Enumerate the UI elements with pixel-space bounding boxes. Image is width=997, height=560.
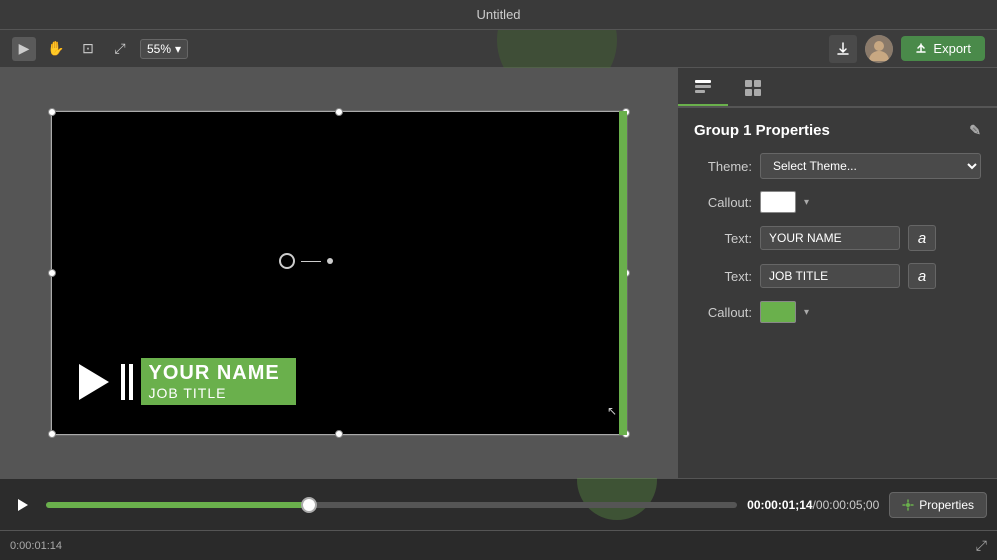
window-title: Untitled: [476, 7, 520, 22]
text-row-1: Text: a: [694, 225, 981, 251]
bottom-bar: 0:00:01:14 ⤢: [0, 530, 997, 560]
theme-label: Theme:: [694, 159, 752, 174]
main-area: YOUR NAME JOB TITLE ↖: [0, 68, 997, 478]
properties-button[interactable]: Properties: [889, 492, 987, 518]
callout-row-2: Callout: ▾: [694, 301, 981, 323]
theme-row: Theme: Select Theme...: [694, 153, 981, 179]
text-block: YOUR NAME JOB TITLE: [141, 358, 296, 405]
callout-arrow-2[interactable]: ▾: [804, 307, 809, 318]
text-style-btn-1[interactable]: a: [908, 225, 936, 251]
time-current: 00:00:01;14: [747, 498, 812, 512]
canvas-name-text: YOUR NAME: [149, 362, 280, 385]
text-row-2: Text: a: [694, 263, 981, 289]
vline-2: [129, 364, 133, 400]
callout-label-1: Callout:: [694, 195, 752, 210]
handle-ml[interactable]: [48, 269, 56, 277]
hand-tool[interactable]: ✋: [44, 37, 68, 61]
zoom-value: 55%: [147, 42, 171, 56]
text-input-1[interactable]: [760, 226, 900, 250]
vline-1: [121, 364, 125, 400]
expand-icon[interactable]: ⤢: [976, 537, 987, 554]
callout-color-1[interactable]: [760, 191, 796, 213]
animation-tab[interactable]: [728, 68, 778, 106]
bottom-timestamp: 0:00:01:14: [10, 540, 62, 552]
callout-color-2[interactable]: [760, 301, 796, 323]
user-avatar[interactable]: [865, 35, 893, 63]
panel-title-text: Group 1 Properties: [694, 122, 830, 139]
callout-arrow-1[interactable]: ▾: [804, 197, 809, 208]
time-display: 00:00:01;14/00:00:05;00: [747, 498, 879, 512]
handle-bc[interactable]: [335, 430, 343, 438]
text-input-2[interactable]: [760, 264, 900, 288]
handle-tl[interactable]: [48, 108, 56, 116]
toolbar: ▶ ✋ ⊡ ⤢ 55% ▾ Export: [0, 30, 997, 68]
vertical-lines: [121, 358, 133, 405]
panel-content: Group 1 Properties ✎ Theme: Select Theme…: [678, 108, 997, 478]
play-icon: [71, 358, 117, 405]
text-style-btn-2[interactable]: a: [908, 263, 936, 289]
theme-select[interactable]: Select Theme...: [760, 153, 981, 179]
timeline-track[interactable]: [46, 502, 737, 508]
timeline-progress: [46, 502, 309, 508]
title-bar: Untitled: [0, 0, 997, 30]
handle-tc[interactable]: [335, 108, 343, 116]
motion-path: [279, 253, 333, 269]
canvas-title-text: JOB TITLE: [149, 385, 280, 401]
cursor-indicator: ↖: [607, 404, 617, 418]
zoom-dropdown-icon: ▾: [175, 42, 181, 56]
crop-tool[interactable]: ⊡: [76, 37, 100, 61]
play-triangle: [79, 364, 109, 400]
timeline-area: 00:00:01;14/00:00:05;00 Properties: [0, 478, 997, 530]
handle-bl[interactable]: [48, 430, 56, 438]
right-panel: Group 1 Properties ✎ Theme: Select Theme…: [677, 68, 997, 478]
download-button[interactable]: [829, 35, 857, 63]
text-label-1: Text:: [694, 231, 752, 246]
panel-title: Group 1 Properties ✎: [694, 122, 981, 139]
canvas-frame: YOUR NAME JOB TITLE: [50, 110, 628, 436]
motion-line: [301, 261, 321, 262]
resize-tool[interactable]: ⤢: [108, 37, 132, 61]
text-label-2: Text:: [694, 269, 752, 284]
timeline-thumb[interactable]: [301, 497, 317, 513]
green-side-bar: [619, 111, 627, 435]
callout-label-2: Callout:: [694, 305, 752, 320]
properties-tab[interactable]: [678, 68, 728, 106]
timeline-play-button[interactable]: [10, 492, 36, 518]
export-button[interactable]: Export: [901, 36, 985, 61]
properties-btn-label: Properties: [919, 498, 974, 512]
time-total: 00:00:05;00: [816, 498, 879, 512]
callout-row-1: Callout: ▾: [694, 191, 981, 213]
panel-tabs: [678, 68, 997, 108]
lower-third-graphic: YOUR NAME JOB TITLE: [71, 358, 296, 405]
edit-icon[interactable]: ✎: [969, 122, 981, 139]
export-label: Export: [933, 41, 971, 56]
motion-circle: [279, 253, 295, 269]
zoom-selector[interactable]: 55% ▾: [140, 39, 188, 59]
select-tool[interactable]: ▶: [12, 37, 36, 61]
motion-dot: [327, 258, 333, 264]
canvas-area[interactable]: YOUR NAME JOB TITLE ↖: [0, 68, 677, 478]
